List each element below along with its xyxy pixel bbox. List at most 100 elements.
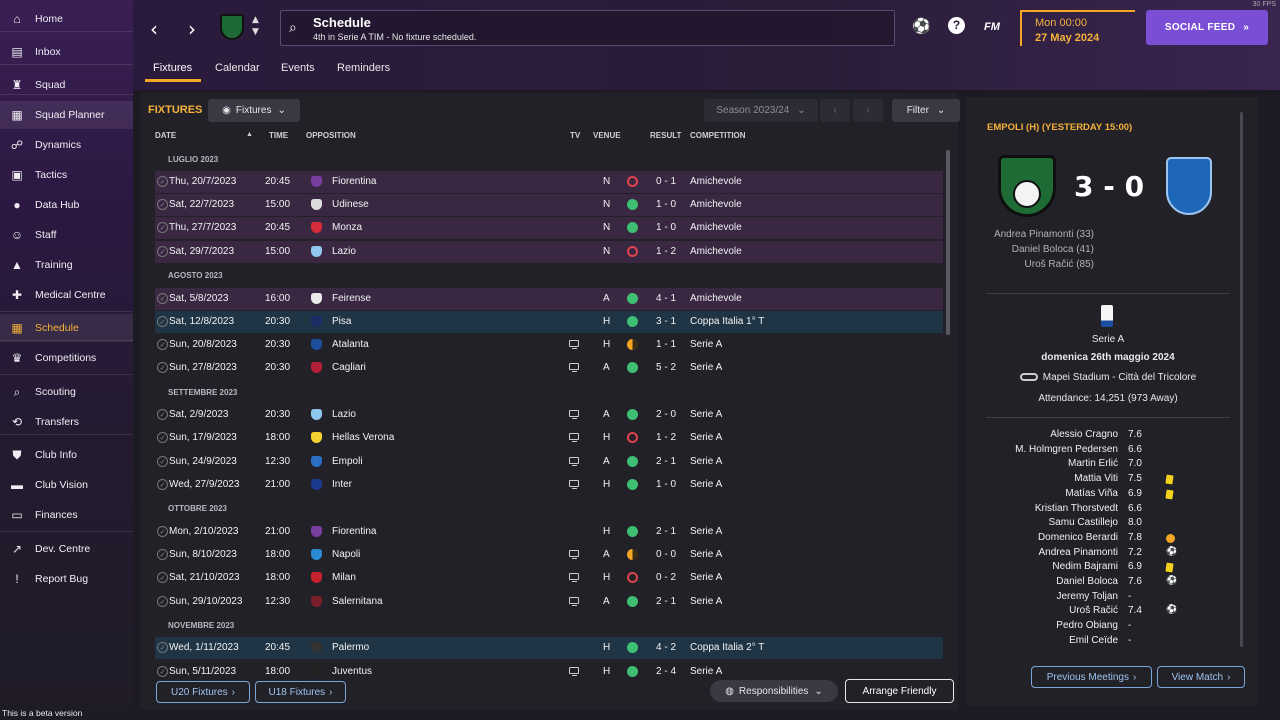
fixture-score[interactable]: 2 - 1 <box>656 456 676 467</box>
fixture-row[interactable]: ✓ Sat, 22/7/2023 15:00 Udinese N 1 - 0 Amichev… <box>155 194 943 216</box>
prev-season-button[interactable]: ‹ <box>820 99 850 122</box>
player-name[interactable]: Alessio Cragno <box>1050 429 1118 440</box>
fixture-competition[interactable]: Serie A <box>690 479 722 490</box>
opponent-crest-icon[interactable] <box>311 176 322 187</box>
sidebar-item-dynamics[interactable]: ☍ Dynamics <box>0 131 133 159</box>
sidebar-item-report-bug[interactable]: ! Report Bug <box>0 565 133 593</box>
fixture-opponent[interactable]: Napoli <box>332 549 360 560</box>
fixture-opponent[interactable]: Pisa <box>332 316 351 327</box>
opponent-crest-icon[interactable] <box>311 316 322 327</box>
previous-meetings-button[interactable]: Previous Meetings › <box>1031 666 1152 688</box>
opponent-crest-icon[interactable] <box>311 549 322 560</box>
fixture-row[interactable]: ✓ Wed, 1/11/2023 20:45 Palermo H 4 - 2 Coppa I… <box>155 637 943 659</box>
view-dropdown[interactable]: ◉ Fixtures ⌄ <box>208 99 300 122</box>
opponent-crest-icon[interactable] <box>311 642 322 653</box>
opponent-crest-icon[interactable] <box>311 222 322 233</box>
fixture-opponent[interactable]: Empoli <box>332 456 363 467</box>
fixture-score[interactable]: 1 - 2 <box>656 246 676 257</box>
col-result[interactable]: RESULT <box>650 131 681 140</box>
opponent-crest-icon[interactable] <box>311 572 322 583</box>
fixture-row[interactable]: ✓ Sun, 20/8/2023 20:30 Atalanta H 1 - 1 Serie … <box>155 334 943 356</box>
fixture-competition[interactable]: Serie A <box>690 526 722 537</box>
col-time[interactable]: TIME <box>269 131 288 140</box>
sidebar-item-finances[interactable]: ▭ Finances <box>0 501 133 529</box>
opponent-crest-icon[interactable] <box>311 199 322 210</box>
fixture-opponent[interactable]: Salernitana <box>332 596 383 607</box>
fixture-opponent[interactable]: Fiorentina <box>332 176 376 187</box>
fixture-score[interactable]: 4 - 2 <box>656 642 676 653</box>
opponent-crest-icon[interactable] <box>311 409 322 420</box>
search-icon[interactable]: ⌕ <box>289 20 297 36</box>
sidebar-item-squad-planner[interactable]: ▦ Squad Planner <box>0 101 133 129</box>
fixture-row[interactable]: ✓ Sat, 5/8/2023 16:00 Feirense A 4 - 1 Amichev… <box>155 288 943 310</box>
tab-reminders[interactable]: Reminders <box>337 62 390 74</box>
fixture-competition[interactable]: Amichevole <box>690 222 742 233</box>
fixture-competition[interactable]: Serie A <box>690 572 722 583</box>
sidebar-item-staff[interactable]: ☺ Staff <box>0 221 133 249</box>
fixture-score[interactable]: 2 - 4 <box>656 666 676 677</box>
player-name[interactable]: Samu Castillejo <box>1049 517 1118 528</box>
sidebar-item-schedule[interactable]: ▦ Schedule <box>0 314 133 342</box>
tab-events[interactable]: Events <box>281 62 315 74</box>
tab-fixtures[interactable]: Fixtures <box>153 62 192 74</box>
player-name[interactable]: Pedro Obiang <box>1056 620 1118 631</box>
fixture-score[interactable]: 1 - 0 <box>656 199 676 210</box>
help-icon[interactable]: ? <box>948 17 965 34</box>
fixture-score[interactable]: 0 - 1 <box>656 176 676 187</box>
u18-fixtures-button[interactable]: U18 Fixtures › <box>255 681 346 703</box>
col-tv[interactable]: TV <box>570 131 580 140</box>
fixture-score[interactable]: 0 - 2 <box>656 572 676 583</box>
col-opposition[interactable]: OPPOSITION <box>306 131 356 140</box>
fixture-row[interactable]: ✓ Sat, 2/9/2023 20:30 Lazio A 2 - 0 Serie A <box>155 404 943 426</box>
achievements-icon[interactable]: ⚽ <box>912 17 931 35</box>
sidebar-item-squad[interactable]: ♜ Squad <box>0 71 133 99</box>
fixture-row[interactable]: ✓ Sun, 24/9/2023 12:30 Empoli A 2 - 1 Serie A <box>155 451 943 473</box>
opponent-crest-icon[interactable] <box>311 432 322 443</box>
player-name[interactable]: Nedim Bajrami <box>1052 561 1118 572</box>
fixture-competition[interactable]: Amichevole <box>690 176 742 187</box>
player-name[interactable]: Martin Erlić <box>1068 458 1118 469</box>
away-team-crest-icon[interactable] <box>1166 157 1212 215</box>
sidebar-item-medical-centre[interactable]: ✚ Medical Centre <box>0 281 133 309</box>
back-arrow-icon[interactable]: ‹ <box>150 17 158 41</box>
player-name[interactable]: Uroš Račić <box>1069 605 1118 616</box>
fixture-opponent[interactable]: Lazio <box>332 409 356 420</box>
fixture-row[interactable]: ✓ Sun, 29/10/2023 12:30 Salernitana A 2 - 1 Se… <box>155 591 943 613</box>
fixture-opponent[interactable]: Monza <box>332 222 362 233</box>
fixture-competition[interactable]: Amichevole <box>690 246 742 257</box>
fixture-opponent[interactable]: Cagliari <box>332 362 366 373</box>
sidebar-item-scouting[interactable]: ⌕ Scouting <box>0 378 133 406</box>
sidebar-item-inbox[interactable]: ▤ Inbox <box>0 38 133 66</box>
sidebar-item-club-vision[interactable]: ▬ Club Vision <box>0 471 133 499</box>
game-date[interactable]: Mon 00:00 27 May 2024 <box>1020 10 1135 46</box>
opponent-crest-icon[interactable] <box>311 596 322 607</box>
fixture-row[interactable]: ✓ Sun, 17/9/2023 18:00 Hellas Verona H 1 - 2 S… <box>155 427 943 449</box>
view-match-button[interactable]: View Match › <box>1157 666 1245 688</box>
fixture-score[interactable]: 0 - 0 <box>656 549 676 560</box>
fixture-opponent[interactable]: Hellas Verona <box>332 432 394 443</box>
sidebar-item-home[interactable]: ⌂ Home <box>0 5 133 33</box>
arrange-friendly-button[interactable]: Arrange Friendly <box>845 679 954 703</box>
u20-fixtures-button[interactable]: U20 Fixtures › <box>156 681 250 703</box>
match-panel-scrollbar[interactable] <box>1240 112 1243 647</box>
player-name[interactable]: Jeremy Toljan <box>1056 591 1118 602</box>
fixture-opponent[interactable]: Inter <box>332 479 352 490</box>
opponent-crest-icon[interactable] <box>311 246 322 257</box>
fixture-row[interactable]: ✓ Sat, 12/8/2023 20:30 Pisa H 3 - 1 Coppa Ital… <box>155 311 943 333</box>
fixture-score[interactable]: 3 - 1 <box>656 316 676 327</box>
fixture-opponent[interactable]: Atalanta <box>332 339 369 350</box>
fixture-competition[interactable]: Serie A <box>690 456 722 467</box>
responsibilities-dropdown[interactable]: ◍ Responsibilities ⌄ <box>710 680 838 702</box>
col-competition[interactable]: COMPETITION <box>690 131 746 140</box>
fixture-score[interactable]: 1 - 1 <box>656 339 676 350</box>
fixture-competition[interactable]: Amichevole <box>690 293 742 304</box>
next-season-button[interactable]: › <box>853 99 883 122</box>
opponent-crest-icon[interactable] <box>311 456 322 467</box>
opponent-crest-icon[interactable] <box>311 479 322 490</box>
player-name[interactable]: Emil Ceïde <box>1069 635 1118 646</box>
sidebar-item-tactics[interactable]: ▣ Tactics <box>0 161 133 189</box>
fixture-score[interactable]: 1 - 2 <box>656 432 676 443</box>
fixture-score[interactable]: 2 - 1 <box>656 596 676 607</box>
fixture-competition[interactable]: Coppa Italia 1° T <box>690 316 764 327</box>
fixture-competition[interactable]: Amichevole <box>690 199 742 210</box>
